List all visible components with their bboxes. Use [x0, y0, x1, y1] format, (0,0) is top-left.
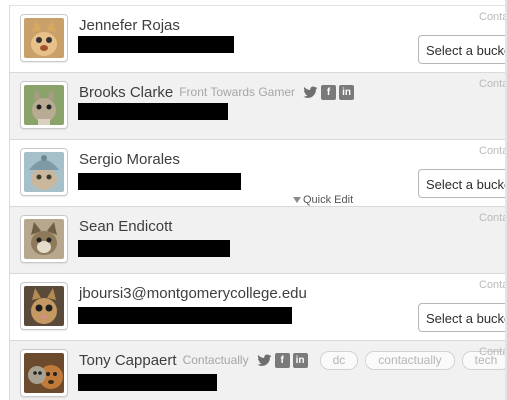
- contact-label: Conta: [479, 145, 507, 157]
- redacted-info: [78, 36, 234, 53]
- tag[interactable]: contactually: [365, 350, 455, 370]
- avatar[interactable]: [20, 81, 68, 129]
- redacted-info: [78, 103, 228, 120]
- contact-row[interactable]: Brooks Clarke Front Towards Gamer f in C…: [9, 72, 507, 139]
- contact-company: Contactually: [182, 353, 249, 367]
- contact-row[interactable]: Sergio Morales Conta Select a bucket Qui…: [9, 139, 507, 206]
- select-bucket-dropdown[interactable]: Select a bucket: [418, 35, 507, 64]
- cat-kitten-icon: [24, 286, 64, 326]
- contact-label: Conta: [479, 279, 507, 291]
- avatar[interactable]: [20, 148, 68, 196]
- contact-name[interactable]: Jennefer Rojas: [79, 17, 180, 34]
- contact-list: Jennefer Rojas Conta Select a bucket Bro…: [9, 5, 507, 400]
- cat-kitten-icon: [24, 152, 64, 192]
- twitter-icon[interactable]: [303, 85, 318, 100]
- linkedin-icon[interactable]: in: [292, 352, 308, 368]
- cat-kitten-icon: [24, 18, 64, 58]
- contact-name[interactable]: jboursi3@montgomerycollege.edu: [79, 285, 307, 302]
- select-bucket-dropdown[interactable]: Select a bucket: [418, 303, 507, 332]
- cat-dog-icon: [24, 353, 64, 393]
- cat-kitten-icon: [24, 85, 64, 125]
- redacted-info: [78, 374, 217, 391]
- redacted-info: [78, 173, 241, 190]
- select-bucket-dropdown[interactable]: Select a bucket: [418, 169, 507, 198]
- contact-row[interactable]: Jennefer Rojas Conta Select a bucket: [9, 5, 507, 72]
- facebook-icon[interactable]: f: [321, 84, 337, 100]
- contact-company: Front Towards Gamer: [179, 85, 296, 99]
- avatar[interactable]: [20, 14, 68, 62]
- linkedin-icon[interactable]: in: [339, 84, 355, 100]
- redacted-info: [78, 307, 292, 324]
- tag[interactable]: dc: [319, 350, 359, 370]
- contact-label: Conta: [479, 346, 507, 358]
- contact-row[interactable]: jboursi3@montgomerycollege.edu Conta Sel…: [9, 273, 507, 340]
- avatar[interactable]: [20, 349, 68, 397]
- contact-label: Conta: [479, 78, 507, 90]
- contact-row[interactable]: Tony Cappaert Contactually f in dc conta…: [9, 340, 507, 400]
- cat-kitten-icon: [24, 219, 64, 259]
- contact-name[interactable]: Sergio Morales: [79, 151, 180, 168]
- contact-name[interactable]: Tony Cappaert: [79, 352, 177, 369]
- quick-edit-link[interactable]: Quick Edit: [293, 194, 353, 206]
- avatar[interactable]: [20, 282, 68, 330]
- quick-edit-label: Quick Edit: [303, 194, 354, 206]
- contact-name[interactable]: Brooks Clarke: [79, 84, 173, 101]
- facebook-icon[interactable]: f: [274, 352, 290, 368]
- twitter-icon[interactable]: [256, 353, 272, 368]
- contact-name[interactable]: Sean Endicott: [79, 218, 172, 235]
- triangle-down-icon: [293, 197, 301, 203]
- avatar[interactable]: [20, 215, 68, 263]
- contact-label: Conta: [479, 11, 507, 23]
- contact-label: Conta: [479, 212, 507, 224]
- redacted-info: [78, 240, 230, 257]
- contact-row[interactable]: Sean Endicott Conta: [9, 206, 507, 273]
